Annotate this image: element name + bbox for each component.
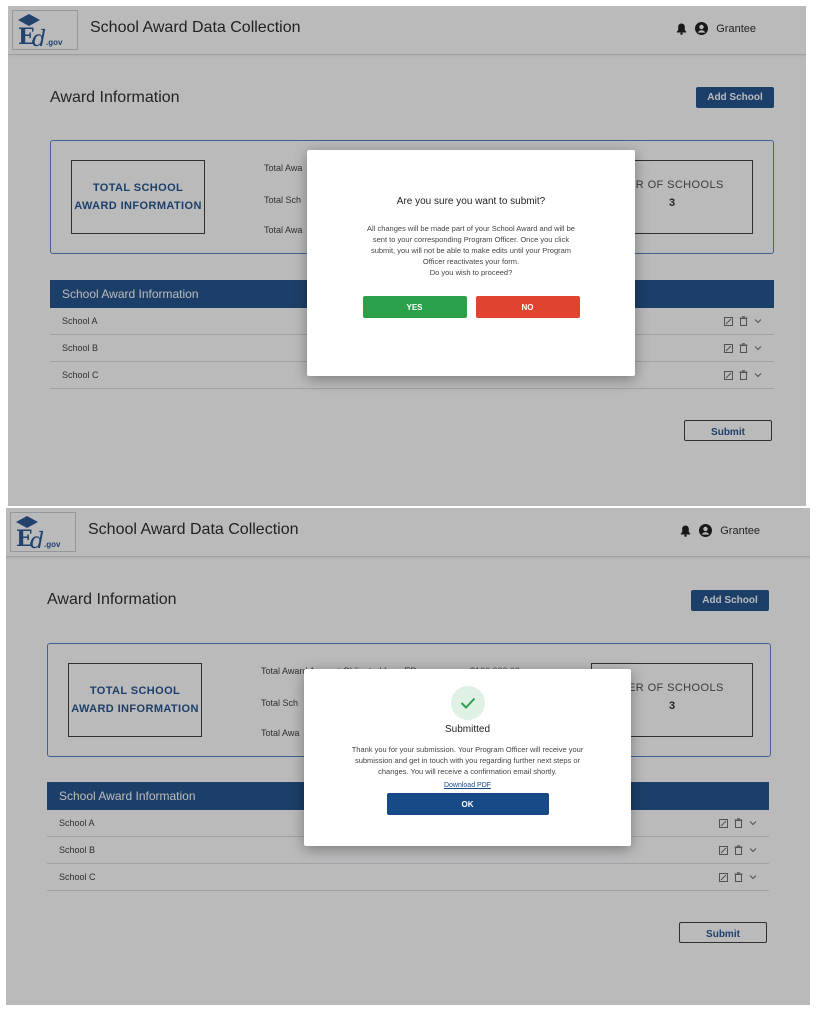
dialog-message-line: submission and get in touch with you reg… [354,756,581,765]
dialog-message: Thank you for your submission. Your Prog… [318,744,617,777]
dialog-message-line: All changes will be made part of your Sc… [367,224,575,233]
dialog-message-line: Thank you for your submission. Your Prog… [351,745,584,754]
dialog-title: Are you sure you want to submit? [396,196,546,207]
dialog-message-line: changes. You will receive a confirmation… [378,767,557,776]
dialog-message-line: submit, you will not be able to make edi… [370,246,572,255]
download-pdf-link[interactable]: Download PDF [304,782,631,789]
ok-button[interactable]: OK [386,793,549,815]
screen-confirm-submit: E d .gov School Award Data Collection Gr… [8,6,806,506]
no-button[interactable]: NO [475,296,580,318]
yes-button[interactable]: YES [362,296,467,318]
dialog-message-line: sent to your corresponding Program Offic… [372,235,570,244]
confirm-submit-dialog: Are you sure you want to submit? All cha… [307,150,635,376]
success-check-icon [450,686,485,720]
submitted-dialog: Submitted Thank you for your submission.… [304,669,631,846]
dialog-message: All changes will be made part of your Sc… [331,223,611,278]
dialog-message-line: Do you wish to proceed? [429,268,513,277]
dialog-title: Submitted [444,724,491,735]
dialog-message-line: Officer reactivates your form. [422,257,520,266]
screen-submitted: E d .gov School Award Data Collection Gr… [6,508,810,1005]
